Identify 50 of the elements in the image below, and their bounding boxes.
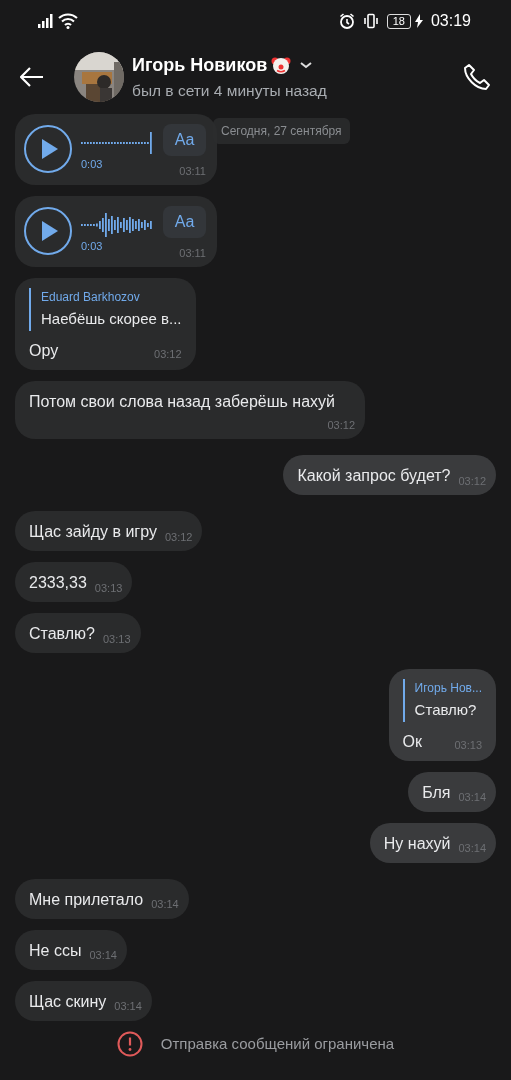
message-time: 03:11 [179,163,206,179]
phone-icon[interactable] [463,63,491,91]
message-text: Ок [402,731,423,752]
voice-duration: 0:03 [81,157,104,173]
message-text: Щас скину [29,991,107,1012]
battery-icon: 18 [386,13,411,29]
message-time: 03:12 [154,347,182,362]
message-time: 03:14 [114,999,142,1014]
message-text: 2333,33 [29,573,87,593]
message-time: 03:13 [94,580,123,596]
transcribe-button[interactable]: Aa [163,206,206,238]
last-seen-status: был в сети 4 минуты назад [132,80,328,101]
restriction-notice: Отправка сообщений ограничена [160,1033,395,1054]
quote-text: Наебёшь скорее в... [41,309,182,329]
quote-author: Eduard Barkhozov [41,289,141,306]
message-text: Какой запрос будет? [297,466,451,486]
message-text: Потом свои слова назад заберёшь нахуй [29,391,336,412]
chevron-down-icon[interactable] [299,60,314,71]
vibrate-icon [362,13,379,29]
date-badge: Сегодня, 27 сентября [213,118,350,144]
alarm-icon [338,13,355,29]
quote-author: Игорь Нов... [414,680,482,697]
contact-name[interactable]: Игорь Новиков [132,51,268,79]
message-text: Мне прилетало [29,889,144,910]
message-text: Ставлю? [29,624,95,644]
message-time: 03:12 [327,417,355,433]
quote-text: Ставлю? [414,700,478,720]
message-text: Не ссы [29,940,82,961]
warning-icon [116,1031,143,1057]
play-icon[interactable] [23,206,73,256]
message-time: 03:14 [89,948,117,963]
message-text: Ору [29,340,59,361]
transcribe-button[interactable]: Aa [163,124,206,156]
clock-time: 03:19 [430,11,471,31]
message-text: Ну нахуй [383,833,451,854]
quoted-message[interactable]: Игорь Нов... Ставлю? [402,679,482,722]
message-text: Щас зайду в игру [29,522,157,542]
message-text: Бля [422,782,451,803]
voice-duration: 0:03 [81,239,104,255]
clown-emoji-icon [271,55,292,76]
wifi-icon [58,13,78,29]
quoted-message[interactable]: Eduard Barkhozov Наебёшь скорее в... [29,288,182,331]
back-icon[interactable] [20,67,44,87]
message-time: 03:12 [164,529,193,545]
charging-icon [414,14,423,28]
message-time: 03:11 [179,245,206,261]
message-time: 03:13 [102,631,131,647]
play-icon[interactable] [23,124,73,174]
signal-icon [38,14,54,28]
message-time: 03:14 [151,897,179,912]
